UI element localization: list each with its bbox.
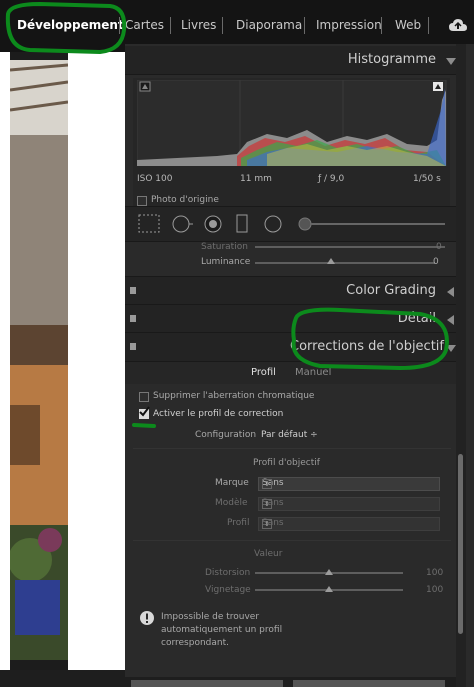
annotation-circle-lens	[291, 307, 449, 371]
annotation-overlay	[5, 1, 449, 428]
annotation-underline-checkbox	[132, 423, 156, 428]
annotation-circle-develop	[5, 1, 127, 55]
